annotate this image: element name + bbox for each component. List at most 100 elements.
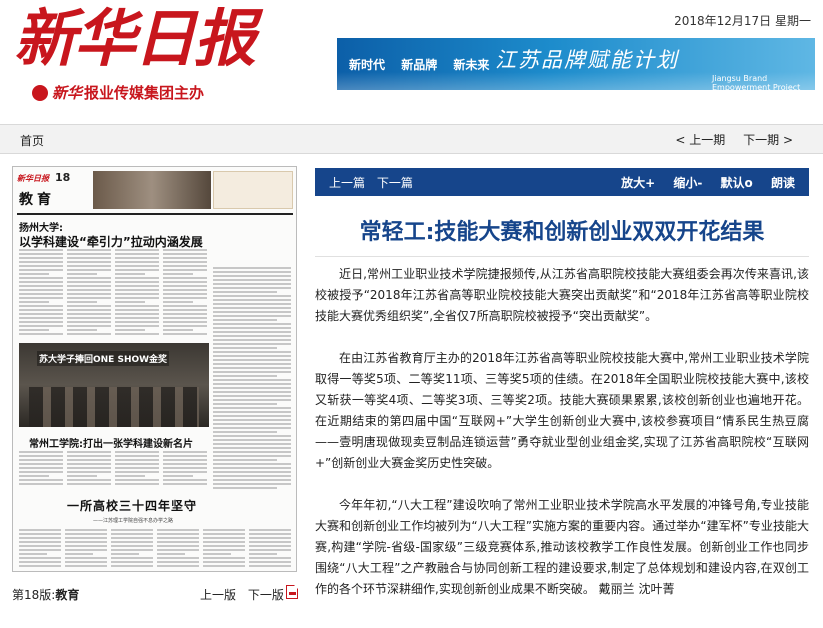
- text-line-placeholder: [19, 325, 63, 327]
- text-line-placeholder: [19, 273, 49, 275]
- text-line-placeholder: [115, 269, 159, 271]
- text-line-placeholder: [19, 553, 47, 555]
- text-line-placeholder: [203, 533, 245, 535]
- text-line-placeholder: [65, 549, 107, 551]
- text-line-placeholder: [249, 553, 277, 555]
- text-line-placeholder: [157, 537, 199, 539]
- text-line-placeholder: [115, 293, 159, 295]
- text-line-placeholder: [111, 541, 153, 543]
- text-line-placeholder: [67, 313, 111, 315]
- text-line-placeholder: [19, 545, 61, 547]
- text-line-placeholder: [213, 311, 291, 313]
- text-line-placeholder: [65, 553, 93, 555]
- text-line-placeholder: [203, 553, 231, 555]
- text-line-placeholder: [249, 561, 291, 563]
- text-line-placeholder: [213, 395, 291, 397]
- next-page-link[interactable]: 下一版: [248, 588, 284, 602]
- text-line-placeholder: [213, 291, 277, 293]
- newspaper-page-thumbnail[interactable]: 新华日报 18 教育 扬州大学: 以学科建设“牵引力”拉动内涵发展 苏大学子捧回…: [12, 166, 297, 572]
- paper-headline-1[interactable]: 以学科建设“牵引力”拉动内涵发展: [19, 233, 203, 250]
- text-line-placeholder: [115, 451, 159, 453]
- page-label-prefix: 第18版:: [12, 588, 56, 602]
- text-line-placeholder: [19, 257, 63, 259]
- text-line-placeholder: [67, 451, 111, 453]
- default-size-button[interactable]: 默认o: [721, 176, 753, 190]
- zoom-out-button[interactable]: 缩小-: [673, 176, 702, 190]
- article-title: 常轻工:技能大赛和创新创业双双开花结果: [359, 220, 765, 245]
- text-line-placeholder: [157, 553, 185, 555]
- zoom-in-button[interactable]: 放大+: [621, 176, 655, 190]
- next-article-link[interactable]: 下一篇: [377, 176, 413, 190]
- text-line-placeholder: [213, 367, 291, 369]
- text-line-placeholder: [19, 253, 63, 255]
- text-line-placeholder: [19, 329, 49, 331]
- text-line-placeholder: [111, 533, 153, 535]
- text-line-placeholder: [115, 273, 145, 275]
- text-line-placeholder: [213, 431, 277, 433]
- text-line-placeholder: [163, 297, 207, 299]
- text-line-placeholder: [249, 533, 291, 535]
- text-line-placeholder: [249, 549, 291, 551]
- brand-banner[interactable]: 新时代 新品牌 新未来 江苏品牌赋能计划 Jiangsu Brand Empow…: [337, 38, 815, 90]
- text-line-placeholder: [115, 301, 145, 303]
- text-line-placeholder: [19, 249, 63, 251]
- paper-headline-4[interactable]: 一所高校三十四年坚守: [67, 497, 197, 514]
- prev-article-link[interactable]: 上一篇: [329, 176, 365, 190]
- text-line-placeholder: [19, 549, 61, 551]
- text-line-placeholder: [19, 277, 63, 279]
- text-line-placeholder: [19, 541, 61, 543]
- text-line-placeholder: [65, 529, 107, 531]
- text-line-placeholder: [115, 333, 159, 335]
- text-line-placeholder: [65, 537, 107, 539]
- text-line-placeholder: [213, 295, 291, 297]
- prev-issue-link[interactable]: < 上一期: [675, 133, 725, 147]
- text-line-placeholder: [111, 561, 153, 563]
- logo-title[interactable]: 新华日报: [14, 2, 256, 76]
- text-line-placeholder: [213, 303, 291, 305]
- text-line-placeholder: [213, 335, 291, 337]
- text-line-placeholder: [115, 257, 159, 259]
- prev-page-link[interactable]: 上一版: [200, 588, 236, 602]
- text-line-placeholder: [19, 301, 49, 303]
- page-label-name[interactable]: 教育: [55, 588, 79, 602]
- text-line-placeholder: [163, 249, 207, 251]
- text-line-placeholder: [249, 541, 291, 543]
- paper-photo-caption[interactable]: 苏大学子捧回ONE SHOW金奖: [37, 351, 170, 366]
- text-line-placeholder: [213, 459, 277, 461]
- text-line-placeholder: [163, 321, 207, 323]
- banner-slogan: 新品牌: [401, 58, 438, 72]
- text-line-placeholder: [19, 479, 63, 481]
- text-line-placeholder: [203, 557, 245, 559]
- text-line-placeholder: [111, 549, 153, 551]
- text-columns-3: [19, 529, 293, 569]
- next-issue-link[interactable]: 下一期 >: [743, 133, 793, 147]
- text-line-placeholder: [163, 483, 207, 485]
- text-line-placeholder: [115, 249, 159, 251]
- text-line-placeholder: [163, 265, 207, 267]
- text-line-placeholder: [67, 289, 111, 291]
- text-line-placeholder: [213, 339, 291, 341]
- text-line-placeholder: [163, 273, 193, 275]
- text-line-placeholder: [213, 455, 291, 457]
- text-line-placeholder: [19, 455, 63, 457]
- text-line-placeholder: [213, 387, 291, 389]
- text-line-placeholder: [19, 529, 61, 531]
- read-aloud-button[interactable]: 朗读: [771, 176, 795, 190]
- text-line-placeholder: [111, 565, 153, 567]
- text-line-placeholder: [213, 351, 291, 353]
- paper-headline-3[interactable]: 常州工学院:打出一张学科建设新名片: [29, 435, 193, 450]
- text-line-placeholder: [19, 317, 63, 319]
- logo-subtitle-text: 报业传媒集团主办: [84, 84, 205, 102]
- text-line-placeholder: [19, 475, 49, 477]
- paper-kicker[interactable]: 扬州大学:: [19, 219, 63, 234]
- home-link[interactable]: 首页: [20, 132, 44, 149]
- text-line-placeholder: [203, 549, 245, 551]
- text-line-placeholder: [213, 475, 291, 477]
- text-line-placeholder: [213, 483, 291, 485]
- text-line-placeholder: [213, 415, 291, 417]
- text-line-placeholder: [213, 271, 291, 273]
- pdf-icon[interactable]: [286, 585, 298, 599]
- text-line-placeholder: [163, 289, 207, 291]
- text-line-placeholder: [19, 309, 63, 311]
- text-line-placeholder: [157, 557, 199, 559]
